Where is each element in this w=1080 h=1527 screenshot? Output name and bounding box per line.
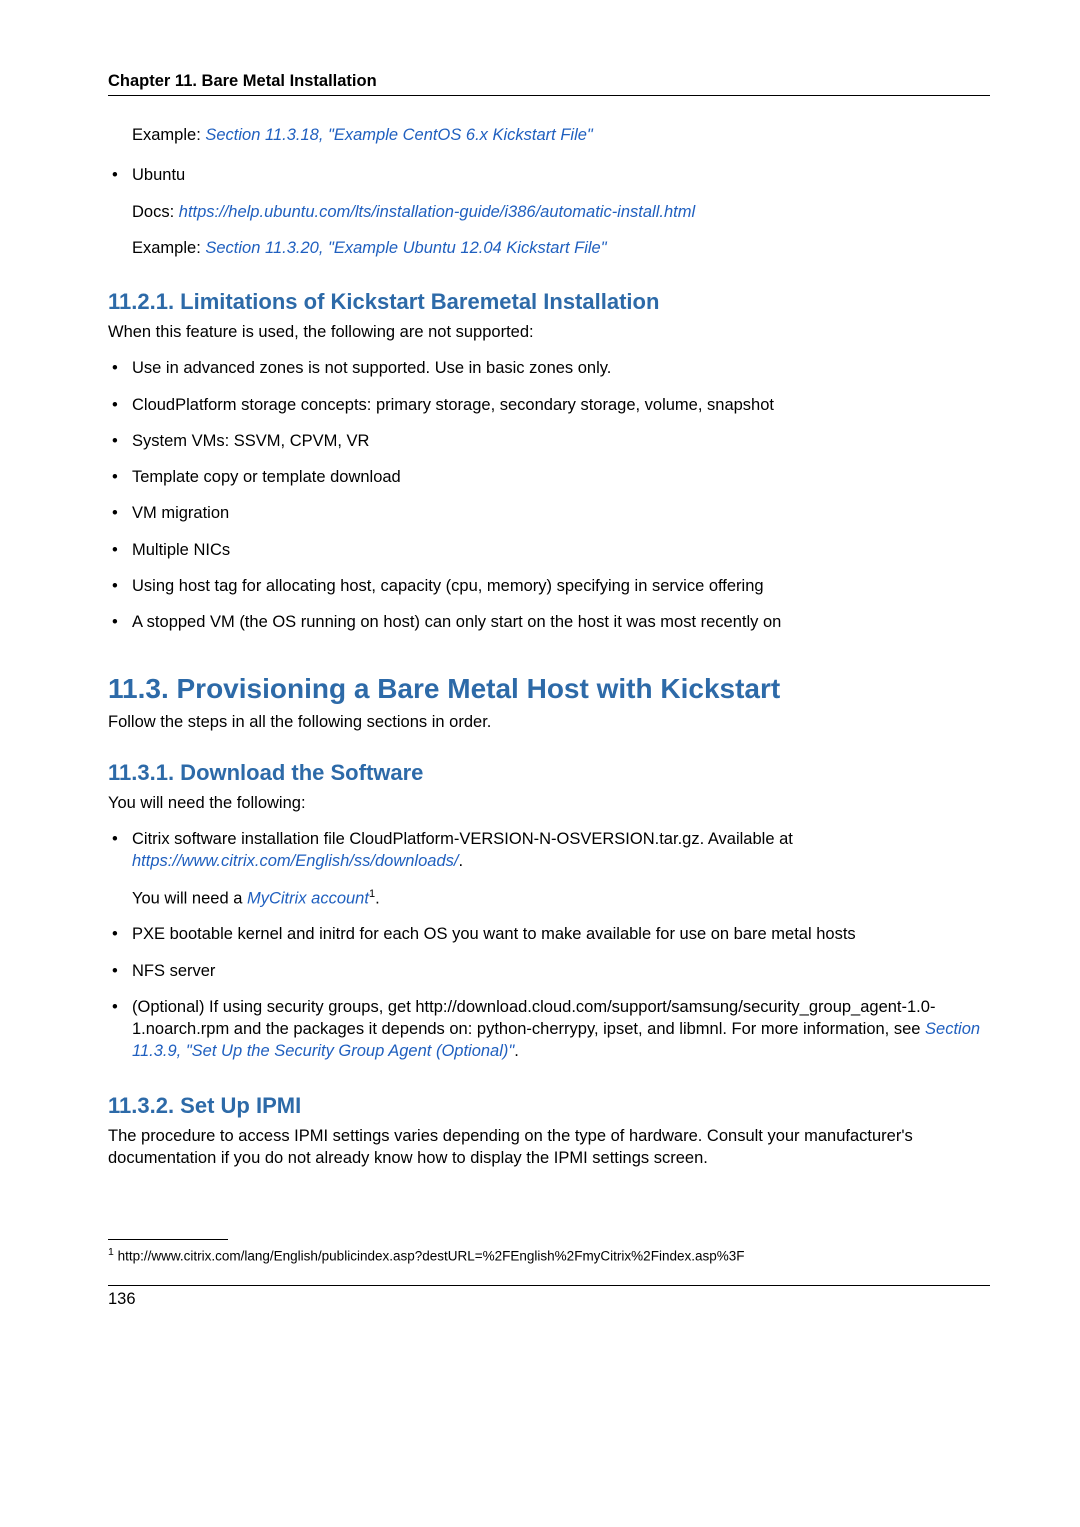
section-11-3-1-title: 11.3.1. Download the Software xyxy=(108,760,990,786)
download-list: Citrix software installation file CloudP… xyxy=(108,828,990,1063)
section-11-2-1-intro: When this feature is used, the following… xyxy=(108,321,990,343)
section-11-3-1-intro: You will need the following: xyxy=(108,792,990,814)
mycitrix-link[interactable]: MyCitrix account xyxy=(247,889,369,907)
limitations-list: Use in advanced zones is not supported. … xyxy=(108,357,990,633)
example-label: Example: xyxy=(132,239,205,257)
list-item: Ubuntu Docs: https://help.ubuntu.com/lts… xyxy=(108,164,990,259)
example-link-centos[interactable]: Section 11.3.18, "Example CentOS 6.x Kic… xyxy=(205,126,592,144)
period: . xyxy=(375,889,380,907)
section-11-3-2-intro: The procedure to access IPMI settings va… xyxy=(108,1125,990,1170)
period: . xyxy=(458,852,463,870)
section-11-2-1-title: 11.2.1. Limitations of Kickstart Baremet… xyxy=(108,289,990,315)
docs-line: Docs: https://help.ubuntu.com/lts/instal… xyxy=(132,201,990,223)
list-item: Template copy or template download xyxy=(108,466,990,488)
example-label: Example: xyxy=(132,126,205,144)
example-link-ubuntu[interactable]: Section 11.3.20, "Example Ubuntu 12.04 K… xyxy=(205,239,606,257)
docs-label: Docs: xyxy=(132,203,179,221)
list-item: System VMs: SSVM, CPVM, VR xyxy=(108,430,990,452)
os-name: Ubuntu xyxy=(132,166,185,184)
mycitrix-line: You will need a MyCitrix account1. xyxy=(132,887,990,910)
list-item: A stopped VM (the OS running on host) ca… xyxy=(108,611,990,633)
docs-link[interactable]: https://help.ubuntu.com/lts/installation… xyxy=(179,203,695,221)
download-text: Citrix software installation file CloudP… xyxy=(132,830,793,848)
list-item: NFS server xyxy=(108,960,990,982)
citrix-download-link[interactable]: https://www.citrix.com/English/ss/downlo… xyxy=(132,852,458,870)
list-item: Citrix software installation file CloudP… xyxy=(108,828,990,909)
list-item: Multiple NICs xyxy=(108,539,990,561)
list-item: CloudPlatform storage concepts: primary … xyxy=(108,394,990,416)
period: . xyxy=(514,1042,519,1060)
section-11-3-title: 11.3. Provisioning a Bare Metal Host wit… xyxy=(108,673,990,705)
page-number: 136 xyxy=(108,1290,990,1309)
list-item: PXE bootable kernel and initrd for each … xyxy=(108,923,990,945)
section-11-3-intro: Follow the steps in all the following se… xyxy=(108,711,990,733)
footnote-text: http://www.citrix.com/lang/English/publi… xyxy=(114,1249,745,1264)
example-line-1: Example: Section 11.3.18, "Example CentO… xyxy=(108,124,990,146)
you-will-need: You will need a xyxy=(132,889,247,907)
footnote: 1 http://www.citrix.com/lang/English/pub… xyxy=(108,1246,990,1265)
section-11-3-2-title: 11.3.2. Set Up IPMI xyxy=(108,1093,990,1119)
optional-text: (Optional) If using security groups, get… xyxy=(132,998,935,1038)
chapter-header: Chapter 11. Bare Metal Installation xyxy=(108,72,990,96)
footnote-rule xyxy=(108,1239,228,1240)
example-line-2: Example: Section 11.3.20, "Example Ubunt… xyxy=(132,237,990,259)
page-footer-rule xyxy=(108,1285,990,1286)
list-item: (Optional) If using security groups, get… xyxy=(108,996,990,1063)
list-item: Using host tag for allocating host, capa… xyxy=(108,575,990,597)
list-item: VM migration xyxy=(108,502,990,524)
list-item: Use in advanced zones is not supported. … xyxy=(108,357,990,379)
os-list: Ubuntu Docs: https://help.ubuntu.com/lts… xyxy=(108,164,990,259)
